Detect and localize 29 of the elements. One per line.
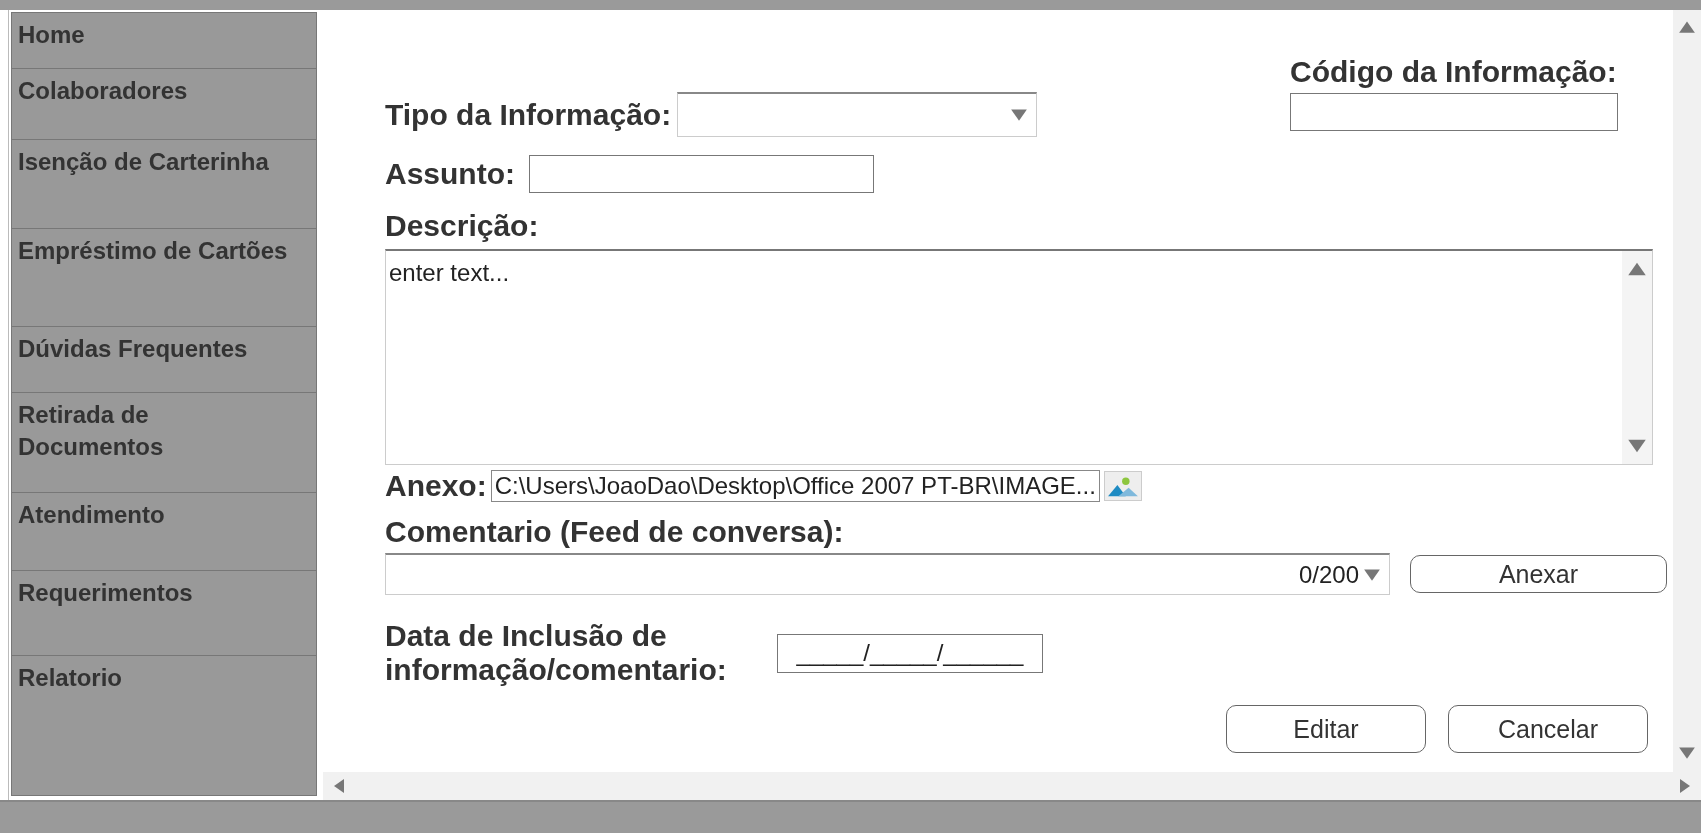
vertical-scrollbar[interactable]	[1673, 10, 1701, 772]
type-dropdown[interactable]	[677, 92, 1038, 137]
field-label: Código da Informação:	[1290, 55, 1618, 89]
horizontal-scrollbar[interactable]	[323, 772, 1701, 800]
attach-button[interactable]: Anexar	[1410, 555, 1667, 593]
date-field[interactable]: _____/_____/______	[777, 633, 1043, 673]
sidebar-item[interactable]: Empréstimo de Cartões	[12, 229, 316, 327]
comment-field[interactable]: 0/200	[385, 553, 1390, 595]
sidebar-item[interactable]: Home	[12, 13, 316, 69]
sidebar-item[interactable]: Retirada de Documentos	[12, 393, 316, 493]
attachment-field[interactable]: C:\Users\JoaoDao\Desktop\Office 2007 PT-BR\IMAGE...	[490, 470, 1100, 502]
sidebar-item[interactable]: Requerimentos	[12, 571, 316, 656]
field-label: Comentario (Feed de conversa):	[385, 515, 845, 549]
action-button[interactable]: Editar	[1226, 705, 1426, 753]
field-label: Assunto:	[385, 157, 515, 191]
field-label: Anexo:	[385, 469, 487, 503]
action-button[interactable]: Cancelar	[1448, 705, 1648, 753]
description-field[interactable]: enter text...	[385, 249, 1653, 465]
code-field[interactable]	[1290, 93, 1618, 131]
sidebar-item[interactable]: Atendimento	[12, 493, 316, 571]
sidebar-item[interactable]: Relatorio	[12, 656, 316, 795]
field-label: Tipo da Informação:	[385, 97, 672, 132]
sidebar-item[interactable]: Dúvidas Frequentes	[12, 327, 316, 393]
field-label: Descrição:	[385, 209, 540, 243]
sidebar-item[interactable]: Colaboradores	[12, 69, 316, 140]
image-icon[interactable]	[1103, 471, 1142, 501]
subject-field[interactable]	[529, 155, 874, 193]
sidebar-item[interactable]: Isenção de Carterinha	[12, 140, 316, 229]
field-label: Data de Inclusão de informação/comentario:	[385, 619, 728, 687]
